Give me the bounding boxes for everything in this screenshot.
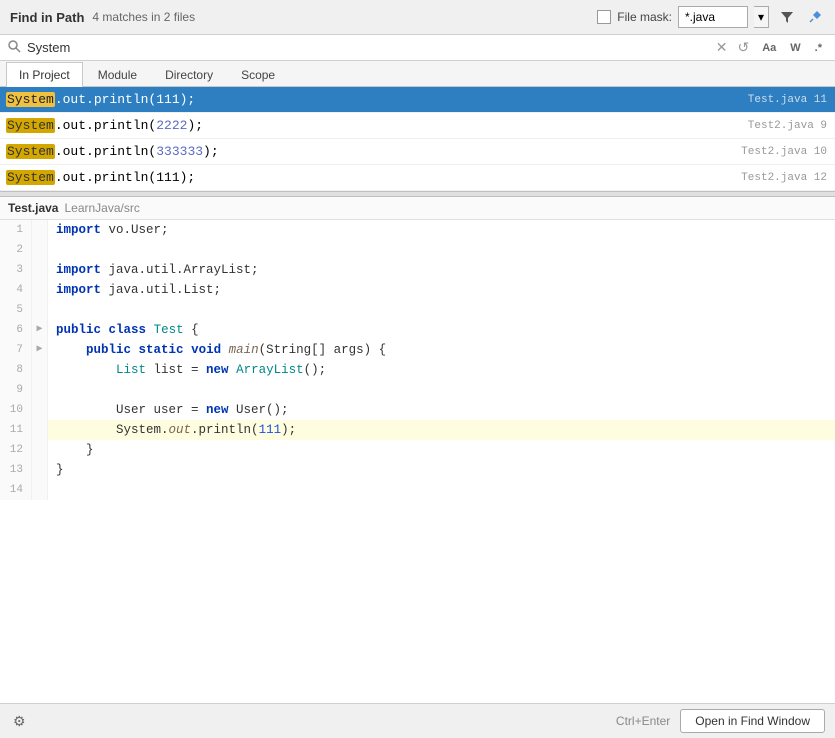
regex-button[interactable]: .*	[810, 40, 827, 56]
matches-count: 4 matches in 2 files	[92, 10, 195, 24]
match-case-button[interactable]: Aa	[757, 40, 781, 56]
result-code: System.out.println(333333);	[6, 144, 731, 159]
file-mask-label: File mask:	[617, 10, 672, 24]
code-line: 1 import vo.User;	[0, 220, 835, 240]
code-line: 6 ▶ public class Test {	[0, 320, 835, 340]
tab-in-project[interactable]: In Project	[6, 62, 83, 87]
settings-button[interactable]: ⚙	[10, 710, 29, 733]
filter-icon	[780, 10, 794, 24]
tab-scope[interactable]: Scope	[228, 62, 288, 87]
panel-title: Find in Path	[10, 10, 84, 25]
result-file-info: Test2.java 10	[741, 146, 827, 158]
result-file-info: Test.java 11	[748, 94, 827, 106]
filter-button[interactable]	[777, 7, 797, 27]
pin-icon	[808, 10, 822, 24]
find-in-path-header: Find in Path 4 matches in 2 files File m…	[0, 0, 835, 35]
code-line: 2	[0, 240, 835, 260]
code-line: 9	[0, 380, 835, 400]
code-line: 12 }	[0, 440, 835, 460]
result-row[interactable]: System.out.println(111); Test.java 11	[0, 87, 835, 113]
replace-button[interactable]: ↺	[735, 39, 751, 56]
search-input[interactable]	[27, 40, 708, 55]
results-list: System.out.println(111); Test.java 11 Sy…	[0, 87, 835, 191]
code-preview: Test.java LearnJava/src 1 import vo.User…	[0, 197, 835, 703]
clear-search-button[interactable]: ✕	[714, 39, 730, 56]
tab-module[interactable]: Module	[85, 62, 150, 87]
code-line: 13 }	[0, 460, 835, 480]
tab-directory[interactable]: Directory	[152, 62, 226, 87]
keyboard-shortcut: Ctrl+Enter	[616, 714, 670, 728]
code-line: 14	[0, 480, 835, 500]
result-file-info: Test2.java 9	[748, 120, 827, 132]
keyword-highlight: System	[6, 170, 55, 185]
pin-button[interactable]	[805, 7, 825, 27]
code-line: 3 import java.util.ArrayList;	[0, 260, 835, 280]
file-mask-dropdown-btn[interactable]: ▾	[754, 6, 769, 28]
file-mask-area: File mask: ▾	[597, 6, 769, 28]
search-options: Aa W .*	[757, 40, 827, 56]
code-preview-header: Test.java LearnJava/src	[0, 197, 835, 220]
whole-word-button[interactable]: W	[785, 40, 805, 56]
code-line: 8 List list = new ArrayList();	[0, 360, 835, 380]
result-row[interactable]: System.out.println(111); Test2.java 12	[0, 165, 835, 191]
footer: ⚙ Ctrl+Enter Open in Find Window	[0, 703, 835, 738]
result-row[interactable]: System.out.println(2222); Test2.java 9	[0, 113, 835, 139]
result-file-info: Test2.java 12	[741, 172, 827, 184]
result-code: System.out.println(111);	[6, 170, 731, 185]
code-line: 10 User user = new User();	[0, 400, 835, 420]
preview-file-path: LearnJava/src	[64, 201, 139, 215]
code-line: 5	[0, 300, 835, 320]
code-line: 4 import java.util.List;	[0, 280, 835, 300]
file-mask-input[interactable]	[678, 6, 748, 28]
file-mask-checkbox[interactable]	[597, 10, 611, 24]
search-bar: ✕ ↺ Aa W .*	[0, 35, 835, 61]
result-code: System.out.println(111);	[6, 92, 738, 107]
result-code: System.out.println(2222);	[6, 118, 738, 133]
keyword-highlight: System	[6, 144, 55, 159]
code-line-highlighted: 11 System.out.println(111);	[0, 420, 835, 440]
open-in-find-window-button[interactable]: Open in Find Window	[680, 709, 825, 733]
keyword-highlight: System	[6, 92, 55, 107]
code-body[interactable]: 1 import vo.User; 2 3 import java.util.A…	[0, 220, 835, 703]
keyword-highlight: System	[6, 118, 55, 133]
scope-tabs: In Project Module Directory Scope	[0, 61, 835, 87]
search-icon	[8, 40, 21, 56]
preview-file-name: Test.java	[8, 201, 58, 215]
result-row[interactable]: System.out.println(333333); Test2.java 1…	[0, 139, 835, 165]
code-line: 7 ▶ public static void main(String[] arg…	[0, 340, 835, 360]
